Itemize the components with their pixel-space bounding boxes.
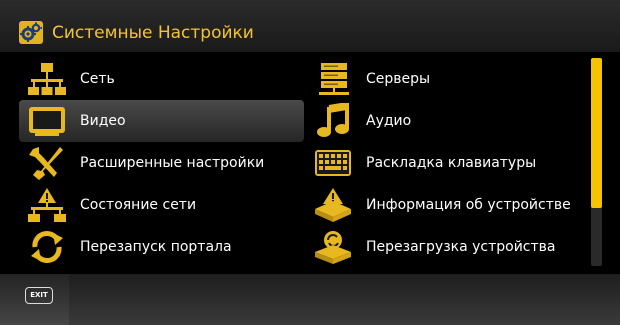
refresh-icon: [27, 229, 67, 265]
menu-item-label: Раскладка клавиатуры: [366, 155, 537, 171]
menu-item-label: Состояние сети: [80, 197, 197, 213]
menu-item-portal-restart[interactable]: Перезапуск портала: [19, 226, 304, 268]
keyboard-icon: [313, 145, 353, 181]
menu-item-label: Видео: [80, 113, 126, 129]
menu-item-network-status[interactable]: Состояние сети: [19, 184, 304, 226]
menu-item-label: Серверы: [366, 71, 431, 87]
scrollbar[interactable]: [591, 58, 602, 266]
network-info-icon: [27, 187, 67, 223]
menu-item-label: Перезапуск портала: [80, 239, 232, 255]
settings-menu: Сеть Видео Расширенные настройки Состоян…: [0, 52, 620, 274]
gears-icon: [19, 21, 43, 44]
title-bar: Системные Настройки: [0, 0, 620, 52]
scrollbar-thumb[interactable]: [591, 58, 602, 208]
menu-item-network[interactable]: Сеть: [19, 58, 304, 100]
exit-panel: EXIT: [0, 274, 69, 325]
menu-item-label: Сеть: [80, 71, 115, 87]
exit-button[interactable]: EXIT: [25, 287, 53, 304]
music-note-icon: [313, 103, 353, 139]
tools-icon: [27, 145, 67, 181]
page-title: Системные Настройки: [52, 23, 254, 43]
network-icon: [27, 61, 67, 97]
footer-bar: EXIT: [0, 274, 620, 325]
device-reboot-icon: [313, 229, 353, 265]
menu-item-servers[interactable]: Серверы: [305, 58, 585, 100]
menu-item-device-info[interactable]: Информация об устройстве: [305, 184, 585, 226]
device-info-icon: [313, 187, 353, 223]
menu-item-label: Расширенные настройки: [80, 155, 265, 171]
menu-item-label: Информация об устройстве: [366, 197, 571, 213]
menu-item-video[interactable]: Видео: [19, 100, 304, 142]
menu-item-device-reboot[interactable]: Перезагрузка устройства: [305, 226, 585, 268]
menu-item-audio[interactable]: Аудио: [305, 100, 585, 142]
monitor-icon: [27, 103, 67, 139]
menu-item-keyboard-layout[interactable]: Раскладка клавиатуры: [305, 142, 585, 184]
menu-item-advanced-settings[interactable]: Расширенные настройки: [19, 142, 304, 184]
server-icon: [313, 61, 353, 97]
menu-item-label: Аудио: [366, 113, 412, 129]
menu-item-label: Перезагрузка устройства: [366, 239, 556, 255]
